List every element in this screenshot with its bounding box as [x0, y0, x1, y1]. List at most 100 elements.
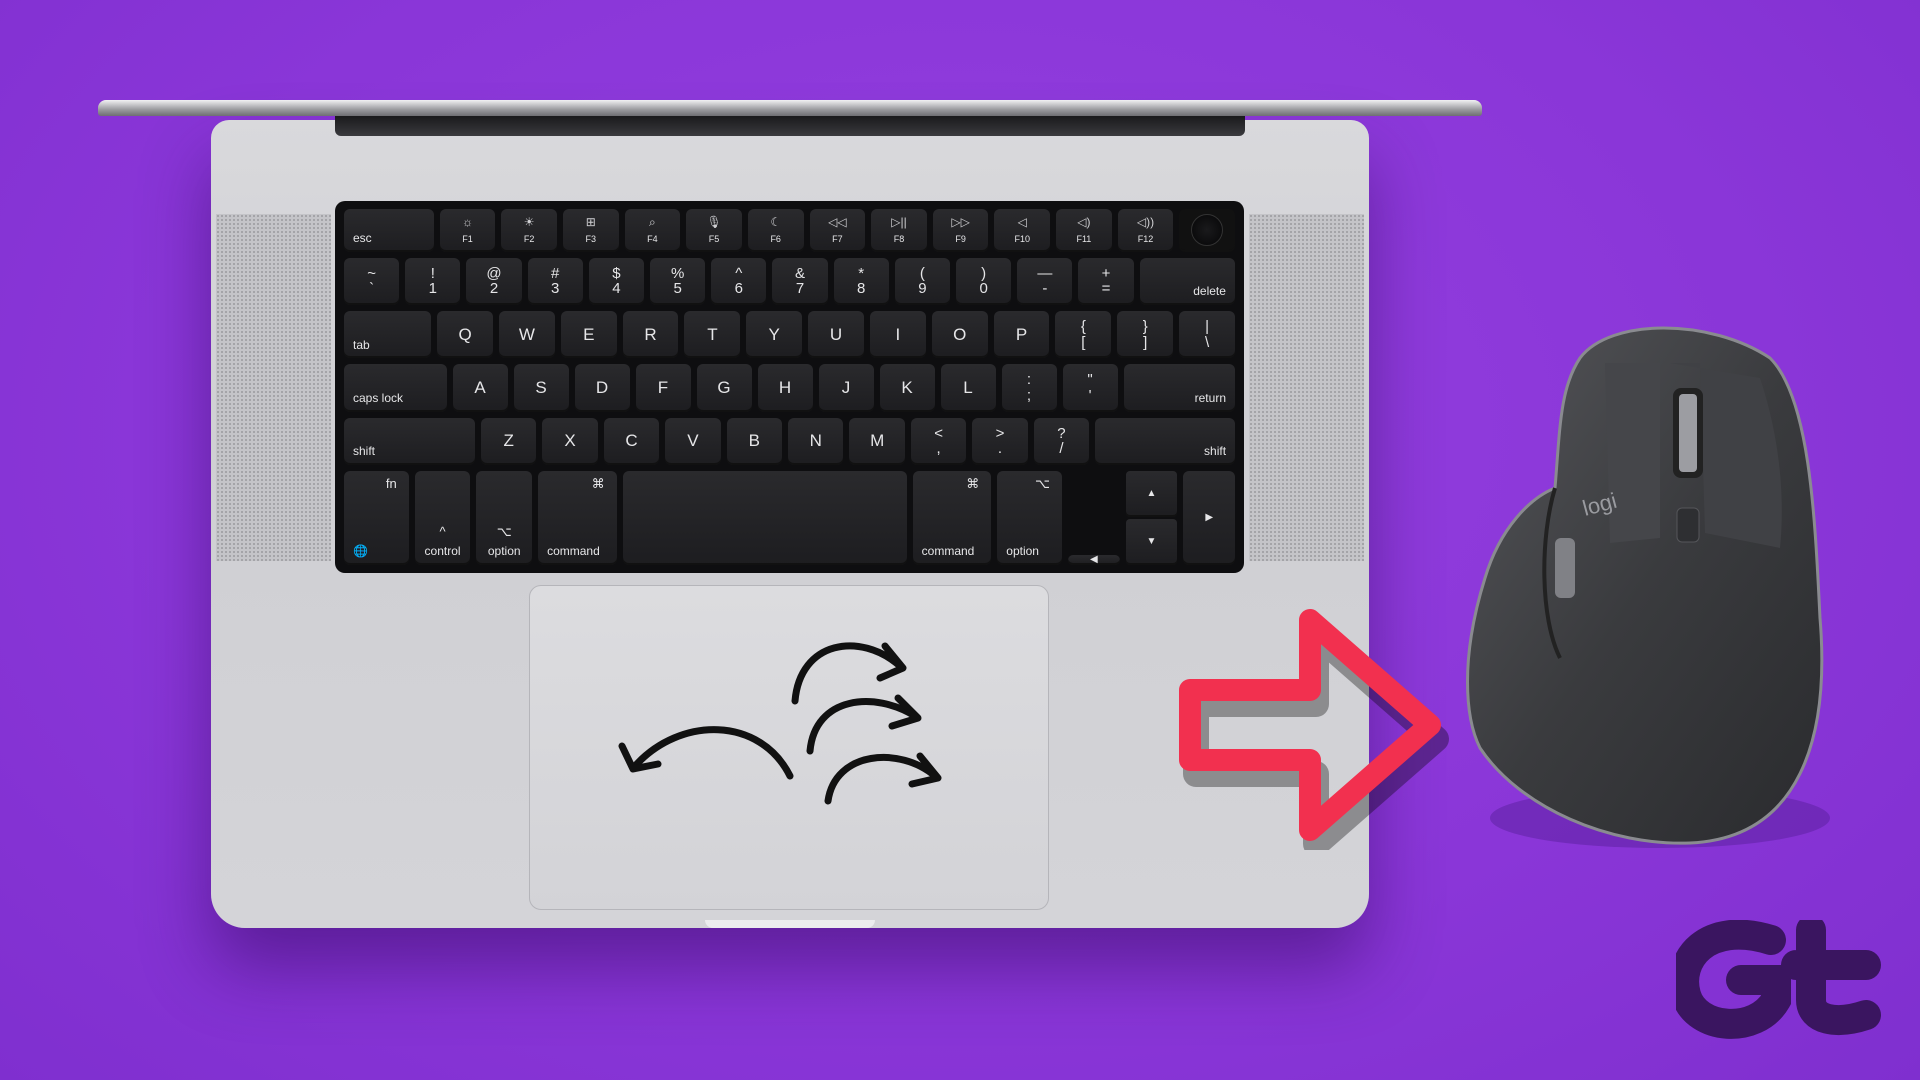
key-i[interactable]: I	[869, 310, 926, 359]
key-z[interactable]: Z	[480, 417, 537, 465]
key-0[interactable]: ) 0	[956, 257, 1012, 305]
key-bottom-label: 2	[489, 280, 499, 298]
key-option[interactable]: ⌥ option	[997, 470, 1062, 566]
key-bottom-label: -	[1042, 280, 1048, 298]
laptop-lid	[98, 100, 1482, 116]
key-touch[interactable]	[1179, 209, 1235, 252]
key-7[interactable]: & 7	[772, 257, 828, 305]
key-top-label: $	[612, 264, 621, 282]
key-space[interactable]	[622, 470, 907, 566]
key-label: control	[424, 544, 461, 559]
key-return[interactable]: return	[1123, 364, 1235, 412]
keyboard-row: caps lock A S D F G H J K L:; " ' return	[344, 364, 1235, 412]
key-c[interactable]: C	[603, 417, 660, 465]
key-9[interactable]: (9	[894, 257, 951, 305]
key-n[interactable]: N	[788, 417, 844, 465]
key-arrow-up[interactable]: ▲	[1125, 470, 1178, 517]
key-tab[interactable]: tab	[344, 310, 432, 359]
key-esc[interactable]: esc	[344, 209, 434, 252]
key-j[interactable]: J	[818, 364, 874, 412]
key--[interactable]: " '	[1062, 364, 1118, 412]
key-w[interactable]: W	[499, 310, 555, 359]
trackpad[interactable]	[529, 585, 1049, 910]
key-top-label: ⊞	[585, 215, 596, 230]
key-k[interactable]: K	[879, 364, 935, 412]
key--[interactable]: {[	[1055, 310, 1112, 359]
key-f9[interactable]: ▷▷ F9	[932, 209, 989, 252]
key-u[interactable]: U	[808, 310, 864, 359]
key-bottom-label: F3	[585, 233, 597, 244]
key-f1[interactable]: ☼ F1	[439, 209, 496, 252]
key-command[interactable]: ⌘ command	[912, 470, 992, 566]
key-f4[interactable]: ⌕ F4	[624, 209, 681, 252]
key--[interactable]: | \	[1179, 310, 1235, 359]
key--[interactable]: ~ `	[344, 257, 400, 305]
key-g[interactable]: G	[696, 364, 752, 412]
key-d[interactable]: D	[574, 364, 630, 412]
key-f3[interactable]: ⊞ F3	[562, 209, 619, 252]
key-delete[interactable]: delete	[1139, 257, 1235, 305]
key-e[interactable]: E	[560, 310, 617, 359]
key-arrow-left[interactable]: ◀	[1067, 554, 1120, 566]
key-r[interactable]: R	[622, 310, 679, 359]
key-a[interactable]: A	[452, 364, 508, 412]
key--[interactable]: }]	[1117, 310, 1174, 359]
key-2[interactable]: @2	[466, 257, 522, 305]
key-8[interactable]: * 8	[833, 257, 889, 305]
key-shift[interactable]: shift	[1095, 417, 1236, 465]
key-bottom-label: '	[1088, 386, 1092, 404]
key-f5[interactable]: 🎙 F5	[686, 209, 742, 252]
key-f10[interactable]: ◁ F10	[994, 209, 1051, 252]
key--[interactable]: <,	[910, 417, 967, 465]
key-t[interactable]: T	[684, 310, 741, 359]
key-b[interactable]: B	[726, 417, 783, 465]
key-h[interactable]: H	[757, 364, 813, 412]
key-top-label: &	[795, 264, 806, 282]
key-bottom-label: F5	[708, 233, 720, 244]
key-bottom-label: F9	[955, 233, 966, 244]
key-4[interactable]: $4	[588, 257, 645, 305]
key-option[interactable]: ⌥ option	[476, 470, 533, 566]
key-top-label: ⌘	[591, 475, 605, 491]
key-f11[interactable]: ◁) F11	[1056, 209, 1112, 252]
key-6[interactable]: ^ 6	[711, 257, 767, 305]
key-f[interactable]: F	[635, 364, 691, 412]
key-control[interactable]: ^ control	[414, 470, 471, 566]
key--[interactable]: ? /	[1033, 417, 1090, 465]
key-bottom-label: 1	[428, 280, 437, 298]
key--[interactable]: :;	[1001, 364, 1057, 412]
guiding-tech-logo	[1676, 920, 1881, 1039]
key-bottom-label: .	[997, 440, 1003, 458]
key-o[interactable]: O	[931, 310, 988, 359]
key-caps-lock[interactable]: caps lock	[344, 364, 447, 412]
key-3[interactable]: #3	[527, 257, 583, 305]
key-5[interactable]: % 5	[650, 257, 706, 305]
key-shift[interactable]: shift	[344, 417, 475, 465]
key-s[interactable]: S	[513, 364, 569, 412]
key-f12[interactable]: ◁)) F12	[1117, 209, 1174, 252]
key-x[interactable]: X	[542, 417, 598, 465]
key--[interactable]: fn 🌐	[344, 470, 409, 566]
key-top-label: !	[430, 264, 435, 282]
key-v[interactable]: V	[665, 417, 721, 465]
key-p[interactable]: P	[993, 310, 1050, 359]
key-f2[interactable]: ☀ F2	[501, 209, 557, 252]
key--[interactable]: — -	[1017, 257, 1073, 305]
key-top-label: {	[1080, 317, 1086, 335]
key-top-label: —	[1037, 264, 1053, 282]
key-arrow-down[interactable]: ▼	[1125, 519, 1178, 566]
key-q[interactable]: Q	[437, 310, 493, 359]
key-f8[interactable]: ▷|| F8	[871, 209, 927, 252]
key-l[interactable]: L	[940, 364, 996, 412]
key-bottom-label: 6	[734, 280, 743, 298]
key-y[interactable]: Y	[746, 310, 803, 359]
key-top-label: ◁◁	[828, 215, 847, 230]
key-f7[interactable]: ◁◁ F7	[809, 209, 866, 252]
key-1[interactable]: ! 1	[405, 257, 461, 305]
key-arrow-right[interactable]: ▶	[1183, 470, 1236, 566]
key--[interactable]: >.	[972, 417, 1028, 465]
key-command[interactable]: ⌘ command	[538, 470, 617, 566]
key--[interactable]: + =	[1078, 257, 1134, 305]
key-m[interactable]: M	[849, 417, 905, 465]
key-f6[interactable]: ☾ F6	[747, 209, 804, 252]
